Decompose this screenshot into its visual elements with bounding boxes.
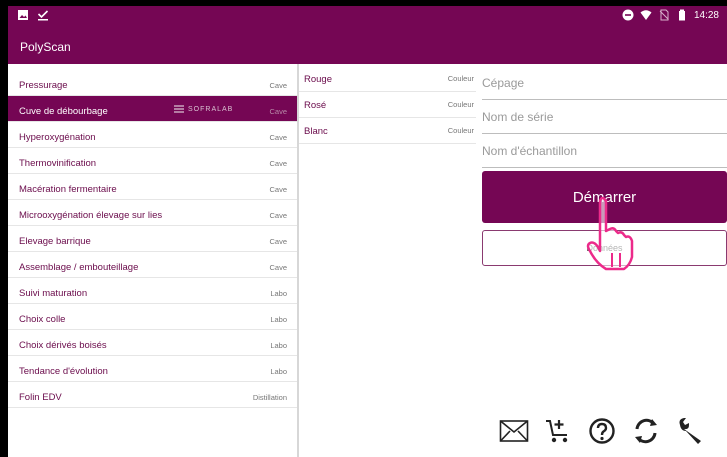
list-item-label: Blanc xyxy=(304,126,328,137)
cart-add-icon[interactable] xyxy=(542,415,574,447)
list-item-tag: Cave xyxy=(269,237,287,246)
list-item-microoxygenation[interactable]: Microoxygénation élevage sur lies Cave xyxy=(8,200,297,226)
app-bar: PolyScan xyxy=(8,26,727,64)
list-item-label: Elevage barrique xyxy=(19,236,91,247)
list-item-suivi-maturation[interactable]: Suivi maturation Labo xyxy=(8,278,297,304)
list-item-rouge[interactable]: Rouge Couleur xyxy=(299,66,476,92)
list-item-tag: Labo xyxy=(270,341,287,350)
sync-icon[interactable] xyxy=(630,415,662,447)
list-item-tag: Cave xyxy=(269,211,287,220)
list-item-tag: Labo xyxy=(270,367,287,376)
echantillon-field-wrapper xyxy=(482,134,727,168)
check-download-icon xyxy=(37,10,49,21)
list-item-label: Choix colle xyxy=(19,314,66,325)
watermark-text: SOFRALAB xyxy=(188,105,234,113)
list-item-blanc[interactable]: Blanc Couleur xyxy=(299,118,476,144)
list-item-choix-colle[interactable]: Choix colle Labo xyxy=(8,304,297,330)
status-time: 14:28 xyxy=(693,9,719,21)
no-sim-icon xyxy=(659,9,669,21)
list-item-thermovinification[interactable]: Thermovinification Cave xyxy=(8,148,297,174)
list-item-label: Assemblage / embouteillage xyxy=(19,262,139,273)
list-item-tag: Cave xyxy=(269,81,287,90)
list-item-label: Hyperoxygénation xyxy=(19,132,96,143)
list-item-tag: Cave xyxy=(269,107,287,116)
sofralab-logo: SOFRALAB xyxy=(173,104,233,114)
app-title: PolyScan xyxy=(20,40,71,54)
list-item-tag: Couleur xyxy=(447,126,474,135)
list-item-maceration[interactable]: Macération fermentaire Cave xyxy=(8,174,297,200)
serie-input[interactable] xyxy=(482,110,727,124)
wifi-icon xyxy=(640,10,652,20)
list-item-elevage-barrique[interactable]: Elevage barrique Cave xyxy=(8,226,297,252)
list-item-tendance-evolution[interactable]: Tendance d'évolution Labo xyxy=(8,356,297,382)
sample-form xyxy=(482,66,727,168)
list-item-label: Tendance d'évolution xyxy=(19,366,108,377)
help-icon[interactable] xyxy=(586,415,618,447)
tap-hand-icon xyxy=(586,196,634,271)
list-item-tag: Cave xyxy=(269,185,287,194)
list-item-label: Suivi maturation xyxy=(19,288,88,299)
list-item-assemblage[interactable]: Assemblage / embouteillage Cave xyxy=(8,252,297,278)
list-item-label: Rouge xyxy=(304,74,332,85)
dnd-icon xyxy=(622,9,634,21)
battery-icon xyxy=(678,9,685,21)
list-item-folin-edv[interactable]: Folin EDV Distillation xyxy=(8,382,297,408)
list-item-label: Rosé xyxy=(304,100,327,111)
list-item-cuve-debourbage[interactable]: Cuve de débourbage SOFRALAB Cave xyxy=(8,96,297,122)
image-icon xyxy=(18,10,28,20)
list-item-rose[interactable]: Rosé Couleur xyxy=(299,92,476,118)
list-item-tag: Distillation xyxy=(252,393,287,402)
mail-icon[interactable] xyxy=(498,415,530,447)
bottom-toolbar xyxy=(498,415,706,447)
cepage-field-wrapper xyxy=(482,66,727,100)
list-item-tag: Cave xyxy=(269,263,287,272)
list-item-label: Thermovinification xyxy=(19,158,97,169)
list-item-tag: Cave xyxy=(269,159,287,168)
status-bar: 14:28 xyxy=(8,6,727,26)
list-item-hyperoxygenation[interactable]: Hyperoxygénation Cave xyxy=(8,122,297,148)
process-list: Pressurage Cave Cuve de débourbage SOFRA… xyxy=(8,70,297,408)
list-item-label: Microoxygénation élevage sur lies xyxy=(19,210,163,221)
list-item-label: Pressurage xyxy=(19,80,68,91)
color-list: Rouge Couleur Rosé Couleur Blanc Couleur xyxy=(299,66,476,144)
serie-field-wrapper xyxy=(482,100,727,134)
echantillon-input[interactable] xyxy=(482,144,727,158)
list-item-pressurage[interactable]: Pressurage Cave xyxy=(8,70,297,96)
list-item-tag: Couleur xyxy=(447,74,474,83)
list-item-label: Macération fermentaire xyxy=(19,184,117,195)
sofralab-logo-icon xyxy=(174,105,184,113)
list-item-tag: Labo xyxy=(270,289,287,298)
list-item-tag: Couleur xyxy=(447,100,474,109)
cepage-input[interactable] xyxy=(482,76,727,90)
list-item-label: Cuve de débourbage xyxy=(19,106,108,117)
list-item-tag: Labo xyxy=(270,315,287,324)
list-item-choix-derives-boises[interactable]: Choix dérivés boisés Labo xyxy=(8,330,297,356)
wrench-icon[interactable] xyxy=(674,415,706,447)
list-item-label: Choix dérivés boisés xyxy=(19,340,107,351)
list-item-label: Folin EDV xyxy=(19,392,62,403)
list-item-tag: Cave xyxy=(269,133,287,142)
